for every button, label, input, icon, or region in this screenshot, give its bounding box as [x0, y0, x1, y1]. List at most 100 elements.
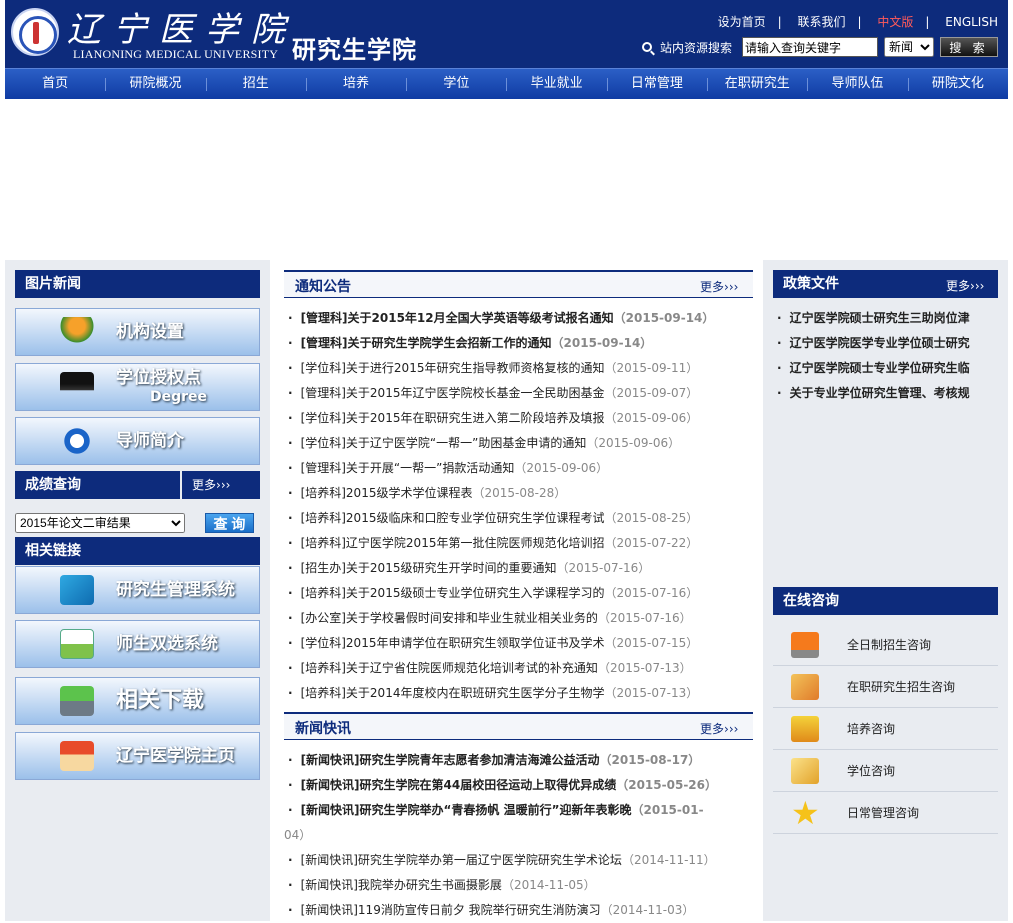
grades-query-button[interactable]: 查 询 [205, 513, 254, 533]
university-seal-logo[interactable] [11, 8, 59, 56]
notice-item[interactable]: [学位科]关于2015年在职研究生进入第二阶段培养及填报（2015-09-06） [284, 406, 753, 431]
news-item-title[interactable]: [新闻快讯]119消防宣传日前夕 我院举行研究生消防演习 [301, 903, 601, 917]
right-sidebar: 政策文件 更多››› 辽宁医学院硕士研究生三助岗位津 辽宁医学院医学专业学位硕士… [763, 260, 1008, 921]
banner-degree-programs[interactable]: 学位授权点 Degree [15, 363, 260, 411]
news-item-title[interactable]: [新闻快讯]研究生学院青年志愿者参加清洁海滩公益活动 [301, 753, 600, 767]
policy-item[interactable]: 辽宁医学院硕士专业学位研究生临 [773, 356, 998, 381]
news-item-date: （2014-11-05） [501, 878, 596, 892]
search-input[interactable] [742, 37, 878, 57]
notice-item[interactable]: [管理科]关于开展“一帮一”捐款活动通知（2015-09-06） [284, 456, 753, 481]
nav-item-employment[interactable]: 毕业就业 [506, 69, 606, 99]
notice-item[interactable]: [招生办]关于2015级研究生开学时间的重要通知（2015-07-16） [284, 556, 753, 581]
search-button[interactable]: 搜 索 [940, 37, 998, 57]
banner-organization[interactable]: 机构设置 [15, 308, 260, 356]
notice-item[interactable]: [学位科]关于辽宁医学院“一帮一”助困基金申请的通知（2015-09-06） [284, 431, 753, 456]
nav-item-admission[interactable]: 招生 [205, 69, 306, 99]
banner-supervisors[interactable]: 导师简介 [15, 417, 260, 465]
news-item[interactable]: [新闻快讯]研究生学院举办第一届辽宁医学院研究生学术论坛（2014-11-11） [284, 848, 753, 873]
set-homepage-link[interactable]: 设为首页 [718, 15, 766, 29]
link-grad-management-system[interactable]: 研究生管理系统 [15, 566, 260, 614]
notice-item-title[interactable]: [管理科]关于研究生学院学生会招新工作的通知 [301, 336, 552, 350]
banner-label: 学位授权点 Degree [116, 369, 207, 406]
notice-item-title[interactable]: [学位科]关于2015年在职研究生进入第二阶段培养及填报 [301, 411, 605, 425]
notice-item[interactable]: [培养科]关于2015级硕士专业学位研究生入学课程学习的（2015-07-16） [284, 581, 753, 606]
notice-item-title[interactable]: [管理科]关于2015年12月全国大学英语等级考试报名通知 [301, 311, 614, 325]
news-item-title[interactable]: [新闻快讯]研究生学院举办“青春扬帆 温暖前行”迎新年表彰晚 [301, 803, 632, 817]
notice-item-title[interactable]: [培养科]辽宁医学院2015年第一批住院医师规范化培训招 [301, 536, 605, 550]
banner-label: 导师简介 [116, 431, 184, 451]
notice-item-date: （2015-07-16） [597, 611, 692, 625]
notice-item-title[interactable]: [招生办]关于2015级研究生开学时间的重要通知 [301, 561, 557, 575]
notice-item[interactable]: [学位科]关于进行2015年研究生指导教师资格复核的通知（2015-09-11） [284, 356, 753, 381]
consult-inservice-admission[interactable]: 在职研究生招生咨询 [773, 666, 998, 708]
nav-item-management[interactable]: 日常管理 [606, 69, 707, 99]
news-more-link[interactable]: 更多››› [700, 720, 738, 737]
more-label: 更多 [700, 280, 725, 294]
photo-news-heading: 图片新闻 [15, 270, 260, 298]
notice-item-title[interactable]: [培养科]关于辽宁省住院医师规范化培训考试的补充通知 [301, 661, 598, 675]
monitor-icon [791, 631, 819, 658]
notice-item[interactable]: [培养科]辽宁医学院2015年第一批住院医师规范化培训招（2015-07-22） [284, 531, 753, 556]
link-mutual-selection-system[interactable]: 师生双选系统 [15, 620, 260, 668]
nav-item-culture[interactable]: 研院文化 [907, 69, 1008, 99]
notice-item-title[interactable]: [管理科]关于开展“一帮一”捐款活动通知 [301, 461, 515, 475]
notice-item-title[interactable]: [管理科]关于2015年辽宁医学院校长基金一全民助困基金 [301, 386, 605, 400]
notice-item[interactable]: [管理科]关于研究生学院学生会招新工作的通知（2015-09-14） [284, 331, 753, 356]
news-item[interactable]: [新闻快讯]研究生学院举办“青春扬帆 温暖前行”迎新年表彰晚（2015-01- [284, 798, 753, 823]
consult-daily-management[interactable]: ★ 日常管理咨询 [773, 792, 998, 834]
notice-item[interactable]: [管理科]关于2015年12月全国大学英语等级考试报名通知（2015-09-14… [284, 306, 753, 331]
nav-item-degree[interactable]: 学位 [406, 69, 506, 99]
consult-fulltime-admission[interactable]: 全日制招生咨询 [773, 624, 998, 666]
notice-item[interactable]: [管理科]关于2015年辽宁医学院校长基金一全民助困基金（2015-09-07） [284, 381, 753, 406]
notice-item-title[interactable]: [办公室]关于学校暑假时间安排和毕业生就业相关业务的 [301, 611, 598, 625]
link-downloads[interactable]: 相关下载 [15, 677, 260, 725]
policy-more-link[interactable]: 更多››› [946, 277, 984, 294]
notice-item-title[interactable]: [学位科]2015年申请学位在职研究生领取学位证书及学术 [301, 636, 605, 650]
consult-degree[interactable]: 学位咨询 [773, 750, 998, 792]
chinese-version-link[interactable]: 中文版 [877, 15, 913, 29]
news-item-title[interactable]: [新闻快讯]我院举办研究生书画摄影展 [301, 878, 502, 892]
nav-item-home[interactable]: 首页 [5, 69, 105, 99]
notice-item-title[interactable]: [培养科]2015级学术学位课程表 [301, 486, 473, 500]
top-links: 设为首页 | 联系我们 | 中文版 | ENGLISH [717, 15, 998, 29]
contact-link[interactable]: 联系我们 [797, 15, 845, 29]
consult-training[interactable]: 培养咨询 [773, 708, 998, 750]
news-item-title[interactable]: [新闻快讯]研究生学院在第44届校田径运动上取得优异成绩 [301, 778, 617, 792]
related-links-heading: 相关链接 [15, 537, 260, 565]
news-item[interactable]: [新闻快讯]研究生学院在第44届校田径运动上取得优异成绩（2015-05-26） [284, 773, 753, 798]
nav-item-inservice[interactable]: 在职研究生 [707, 69, 807, 99]
notice-item[interactable]: [学位科]2015年申请学位在职研究生领取学位证书及学术（2015-07-15） [284, 631, 753, 656]
grades-query-select[interactable]: 2015年论文二审结果 [15, 513, 185, 533]
notice-item[interactable]: [培养科]2015级学术学位课程表（2015-08-28） [284, 481, 753, 506]
search-category-select[interactable]: 新闻 [884, 37, 934, 57]
nav-item-supervisors[interactable]: 导师队伍 [807, 69, 907, 99]
notice-item-title[interactable]: [学位科]关于辽宁医学院“一帮一”助困基金申请的通知 [301, 436, 587, 450]
news-header: 新闻快讯 更多››› [284, 712, 753, 740]
notice-item-title[interactable]: [培养科]关于2014年度校内在职班研究生医学分子生物学 [301, 686, 605, 700]
more-label: 更多 [946, 279, 971, 293]
news-item[interactable]: [新闻快讯]研究生学院青年志愿者参加清洁海滩公益活动（2015-08-17） [284, 748, 753, 773]
notice-item[interactable]: [培养科]关于2014年度校内在职班研究生医学分子生物学（2015-07-13） [284, 681, 753, 706]
policy-item[interactable]: 辽宁医学院硕士研究生三助岗位津 [773, 306, 998, 331]
news-item[interactable]: [新闻快讯]119消防宣传日前夕 我院举行研究生消防演习（2014-11-03） [284, 898, 753, 923]
link-university-homepage[interactable]: 辽宁医学院主页 [15, 732, 260, 780]
nav-item-training[interactable]: 培养 [305, 69, 406, 99]
grades-more-link[interactable]: 更多››› [182, 471, 260, 499]
policy-item[interactable]: 关于专业学位研究生管理、考核规 [773, 381, 998, 406]
news-item-title[interactable]: [新闻快讯]研究生学院举办第一届辽宁医学院研究生学术论坛 [301, 853, 622, 867]
notice-item-title[interactable]: [培养科]关于2015级硕士专业学位研究生入学课程学习的 [301, 586, 605, 600]
download-icon [60, 686, 94, 716]
news-item[interactable]: [新闻快讯]我院举办研究生书画摄影展（2014-11-05） [284, 873, 753, 898]
nav-item-overview[interactable]: 研院概况 [105, 69, 205, 99]
notice-item[interactable]: [培养科]2015级临床和口腔专业学位研究生学位课程考试（2015-08-25） [284, 506, 753, 531]
notice-more-link[interactable]: 更多››› [700, 278, 738, 295]
notice-item[interactable]: [培养科]关于辽宁省住院医师规范化培训考试的补充通知（2015-07-13） [284, 656, 753, 681]
notice-item-title[interactable]: [学位科]关于进行2015年研究生指导教师资格复核的通知 [301, 361, 605, 375]
graduation-cap-icon [60, 372, 94, 402]
policy-item[interactable]: 辽宁医学院医学专业学位硕士研究 [773, 331, 998, 356]
notice-item-title[interactable]: [培养科]2015级临床和口腔专业学位研究生学位课程考试 [301, 511, 605, 525]
english-version-link[interactable]: ENGLISH [945, 15, 998, 29]
notice-item-date: （2015-07-22） [604, 536, 699, 550]
notice-item[interactable]: [办公室]关于学校暑假时间安排和毕业生就业相关业务的（2015-07-16） [284, 606, 753, 631]
news-list: [新闻快讯]研究生学院青年志愿者参加清洁海滩公益活动（2015-08-17）[新… [284, 748, 753, 923]
